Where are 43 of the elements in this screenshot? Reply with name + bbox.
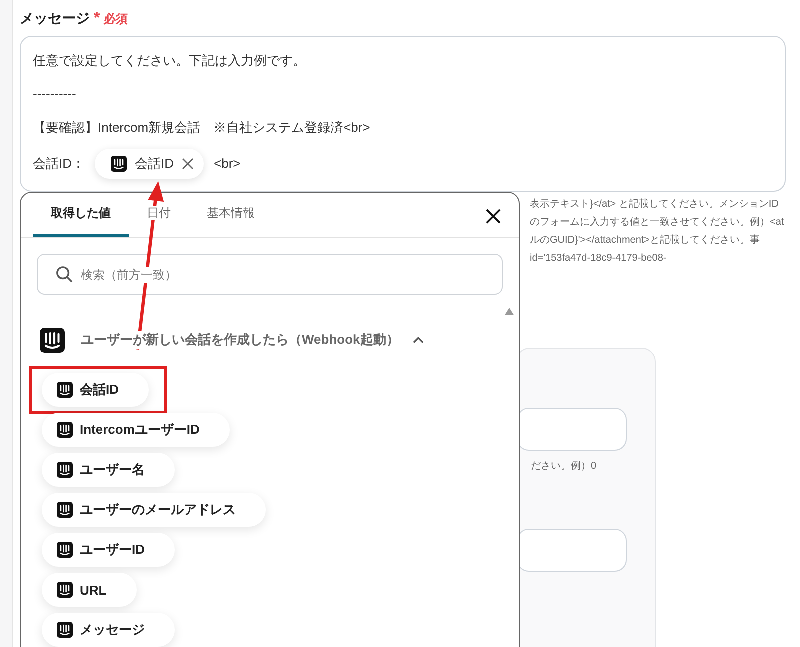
app-logo-icon	[111, 156, 127, 172]
value-token[interactable]: 会話ID	[95, 148, 204, 179]
chevron-icon[interactable]	[413, 336, 424, 344]
text-line: 【要確認】Intercom新規会話 ※自社システム登録済<br>	[33, 118, 372, 137]
search-field[interactable]: 検索（前方一致）	[37, 254, 503, 295]
text-line: 任意で設定してください。下記は入力例です。	[33, 52, 307, 70]
value-chip[interactable]: IntercomユーザーID	[42, 413, 230, 447]
app-logo-icon	[57, 502, 73, 518]
app-logo-icon	[57, 622, 73, 638]
value-chip[interactable]: メッセージ	[42, 613, 175, 647]
required-label: 必須	[104, 10, 128, 28]
token-label: 会話ID	[135, 154, 174, 173]
help-text: id='153fa47d-18c9-4179-be08-	[530, 252, 668, 266]
hint-text: ださい。例）0	[531, 460, 598, 473]
tab[interactable]: 取得した値	[33, 193, 129, 237]
value-chip[interactable]: URL	[42, 573, 137, 607]
app-logo-icon	[57, 582, 73, 598]
app-logo-icon	[57, 542, 73, 558]
remove-icon[interactable]	[182, 158, 194, 170]
app-logo-icon	[57, 422, 73, 438]
value-chip[interactable]: ユーザーのメールアドレス	[42, 493, 266, 527]
text-line: ----------	[33, 85, 78, 104]
input-field[interactable]	[517, 529, 627, 572]
text-line: <br>	[214, 156, 241, 172]
input-field[interactable]	[517, 408, 627, 451]
required-mark: *	[94, 10, 100, 28]
tab[interactable]: 基本情報	[189, 193, 273, 237]
search-icon	[56, 266, 73, 283]
close-icon[interactable]	[486, 209, 501, 224]
app-logo-icon	[40, 328, 65, 352]
help-text: のフォームに入力する値と一致させてください。例）<at	[530, 216, 786, 230]
scroll-up-icon[interactable]	[505, 308, 514, 315]
text-line: 会話ID：	[33, 154, 85, 173]
value-chip[interactable]: 会話ID	[42, 373, 149, 407]
help-text: ルのGUID}'></attachment>と記載してください。事	[530, 234, 762, 248]
tab[interactable]: 日付	[129, 193, 189, 237]
value-chip[interactable]: ユーザー名	[42, 453, 175, 487]
field-label: メッセージ	[20, 10, 90, 28]
help-text: 表示テキスト}</at> と記載してください。メンションID	[530, 198, 780, 212]
value-chip[interactable]: ユーザーID	[42, 533, 175, 567]
app-logo-icon	[57, 382, 73, 398]
message-input[interactable]: 任意で設定してください。下記は入力例です。 ---------- 【要確認】Intercom新規会話 ※自社システム登録済<br> 会話ID： 会話ID <br>	[20, 36, 786, 192]
app-logo-icon	[57, 462, 73, 478]
